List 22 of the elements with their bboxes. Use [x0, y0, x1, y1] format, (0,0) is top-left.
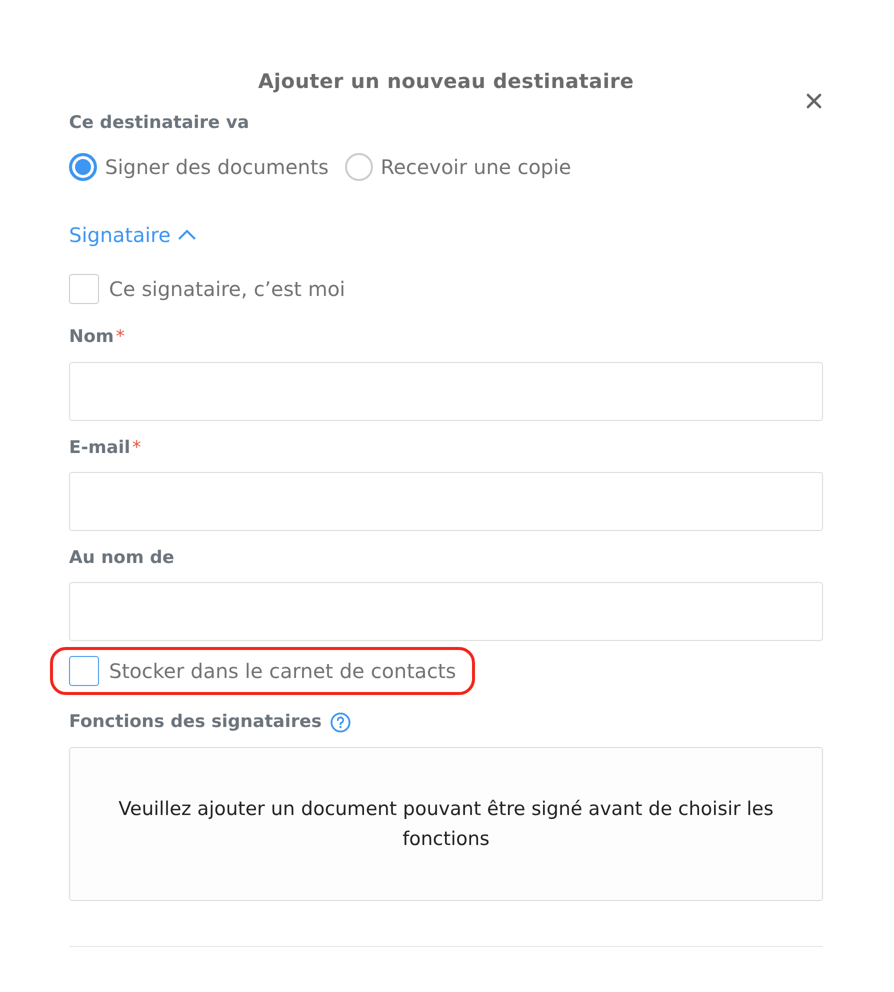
checkbox[interactable] [69, 274, 99, 304]
input-field[interactable] [69, 472, 823, 531]
field-label: Ce destinataire va [69, 112, 250, 135]
input-field[interactable] [69, 582, 823, 641]
help-icon[interactable] [330, 712, 351, 733]
radio-option[interactable]: Recevoir une copie [344, 152, 572, 182]
radio-option[interactable]: Signer des documents [69, 152, 329, 182]
dialog-title: Ajouter un nouveau destinataire [257, 68, 635, 95]
field-label: Au nom de [69, 548, 174, 568]
checkbox-label: Stocker dans le carnet de contacts [109, 658, 456, 685]
message-text: Veuillez ajouter un document pouvant être signé avant de choisir les fonctions [118, 796, 774, 852]
close-icon [805, 92, 823, 110]
input-field[interactable] [69, 362, 823, 420]
checkbox[interactable] [69, 656, 99, 686]
checkbox-label: Ce signataire, c’est moi [109, 276, 346, 304]
field-label: Nom [69, 327, 114, 348]
chevron-up-icon [176, 229, 197, 242]
required-marker: * [116, 327, 125, 348]
required-marker: * [132, 438, 142, 458]
field-label: E-mail [69, 438, 130, 458]
section-toggle[interactable]: Signataire [69, 220, 197, 250]
field-label: Fonctions des signataires [69, 711, 322, 734]
